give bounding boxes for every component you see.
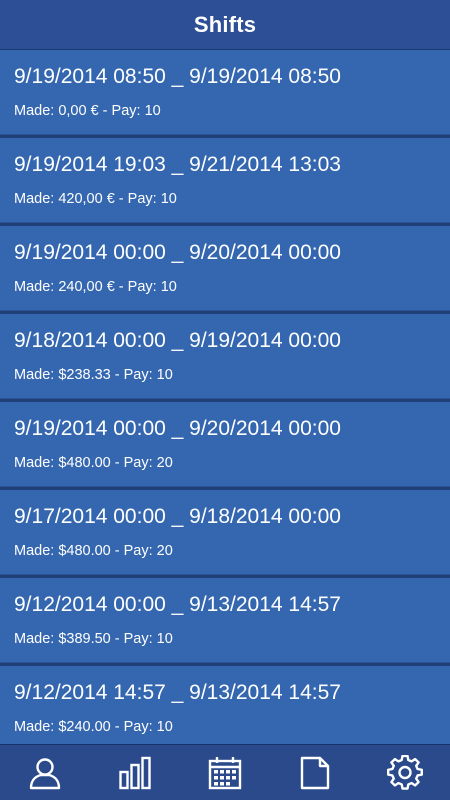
document-icon [300, 756, 330, 789]
shift-item[interactable]: 9/18/2014 00:00 _ 9/19/2014 00:00 Made: … [0, 314, 450, 399]
shift-date-range: 9/19/2014 00:00 _ 9/20/2014 00:00 [14, 241, 341, 264]
shift-earnings: Made: $238.33 - Pay: 10 [14, 367, 173, 383]
page-title: Shifts [193, 11, 257, 37]
shift-earnings: Made: 420,00 € - Pay: 10 [14, 191, 177, 207]
shift-date-range: 9/19/2014 08:50 _ 9/19/2014 08:50 [14, 65, 341, 88]
person-icon [29, 757, 61, 789]
nav-tab-statistics[interactable] [90, 745, 180, 800]
shift-item[interactable]: 9/12/2014 00:00 _ 9/13/2014 14:57 Made: … [0, 578, 450, 663]
shift-earnings: Made: 240,00 € - Pay: 10 [14, 279, 177, 295]
nav-tab-reports[interactable] [270, 745, 360, 800]
shift-earnings: Made: $480.00 - Pay: 20 [14, 543, 173, 559]
shift-item[interactable]: 9/19/2014 00:00 _ 9/20/2014 00:00 Made: … [0, 226, 450, 311]
calendar-icon [208, 756, 242, 789]
shift-earnings: Made: 0,00 € - Pay: 10 [14, 103, 161, 119]
shift-earnings: Made: $480.00 - Pay: 20 [14, 455, 173, 471]
shift-date-range: 9/12/2014 14:57 _ 9/13/2014 14:57 [14, 681, 341, 704]
app-header: Shifts [0, 0, 450, 50]
shift-date-range: 9/12/2014 00:00 _ 9/13/2014 14:57 [14, 593, 341, 616]
shift-item[interactable]: 9/19/2014 00:00 _ 9/20/2014 00:00 Made: … [0, 402, 450, 487]
nav-tab-profile[interactable] [0, 745, 90, 800]
shift-date-range: 9/19/2014 19:03 _ 9/21/2014 13:03 [14, 153, 341, 176]
app-root: Shifts 9/19/2014 08:50 _ 9/19/2014 08:50… [0, 0, 450, 800]
shift-list[interactable]: 9/19/2014 08:50 _ 9/19/2014 08:50 Made: … [0, 50, 450, 744]
shift-date-range: 9/19/2014 00:00 _ 9/20/2014 00:00 [14, 417, 341, 440]
shift-date-range: 9/18/2014 00:00 _ 9/19/2014 00:00 [14, 329, 341, 352]
shift-earnings: Made: $240.00 - Pay: 10 [14, 719, 173, 735]
shift-item[interactable]: 9/17/2014 00:00 _ 9/18/2014 00:00 Made: … [0, 490, 450, 575]
shift-item[interactable]: 9/19/2014 08:50 _ 9/19/2014 08:50 Made: … [0, 50, 450, 135]
nav-tab-settings[interactable] [360, 745, 450, 800]
shift-item[interactable]: 9/12/2014 14:57 _ 9/13/2014 14:57 Made: … [0, 666, 450, 744]
shift-item[interactable]: 9/19/2014 19:03 _ 9/21/2014 13:03 Made: … [0, 138, 450, 223]
shift-earnings: Made: $389.50 - Pay: 10 [14, 631, 173, 647]
gear-icon [387, 754, 423, 790]
nav-tab-calendar[interactable] [180, 745, 270, 800]
bottom-navigation [0, 744, 450, 800]
shift-date-range: 9/17/2014 00:00 _ 9/18/2014 00:00 [14, 505, 341, 528]
bar-chart-icon [119, 756, 151, 789]
